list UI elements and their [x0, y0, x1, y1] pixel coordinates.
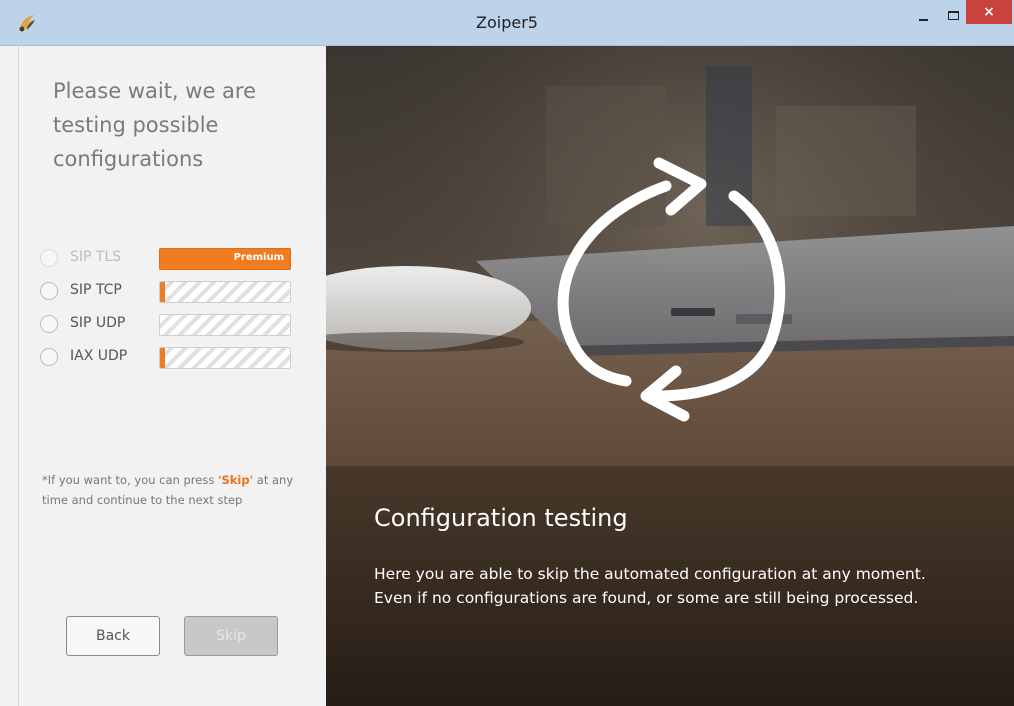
app-window: Zoiper5 × Please wait, we are testing po… — [0, 0, 1014, 706]
maximize-button[interactable] — [938, 0, 968, 30]
option-sip-udp[interactable]: SIP UDP — [40, 312, 300, 336]
skip-button[interactable]: Skip — [184, 616, 278, 656]
radio-iax-udp[interactable] — [40, 348, 58, 366]
progress-bar-sip-tcp — [159, 281, 291, 303]
progress-bar-iax-udp — [159, 347, 291, 369]
config-panel: Please wait, we are testing possible con… — [18, 46, 326, 706]
close-icon: × — [983, 4, 995, 20]
option-label: SIP TLS — [70, 249, 122, 265]
hero-title: Configuration testing — [374, 504, 628, 532]
close-button[interactable]: × — [966, 0, 1012, 24]
progress-bar-sip-tls: Premium — [159, 248, 291, 270]
option-sip-tcp[interactable]: SIP TCP — [40, 279, 300, 303]
option-iax-udp[interactable]: IAX UDP — [40, 345, 300, 369]
skip-note: *If you want to, you can press 'Skip' at… — [42, 470, 302, 510]
progress-fill — [160, 282, 166, 302]
back-button[interactable]: Back — [66, 616, 160, 656]
option-label: IAX UDP — [70, 348, 128, 364]
window-title: Zoiper5 — [476, 13, 538, 32]
maximize-icon — [947, 10, 959, 20]
radio-sip-tcp[interactable] — [40, 282, 58, 300]
radio-sip-tls[interactable] — [40, 249, 58, 267]
premium-badge: Premium — [233, 252, 284, 263]
option-label: SIP TCP — [70, 282, 122, 298]
title-bar[interactable]: Zoiper5 × — [0, 0, 1014, 46]
progress-fill — [160, 348, 166, 368]
hero-description: Here you are able to skip the automated … — [374, 565, 926, 607]
page-title: Please wait, we are testing possible con… — [53, 79, 257, 171]
skip-note-prefix: *If you want to, you can press — [42, 473, 218, 487]
option-sip-tls[interactable]: SIP TLS Premium — [40, 246, 300, 270]
skip-note-highlight: 'Skip' — [217, 473, 254, 487]
hero-image-panel: Configuration testing Here you are able … — [326, 46, 1014, 706]
minimize-icon — [918, 19, 928, 21]
radio-sip-udp[interactable] — [40, 315, 58, 333]
progress-bar-sip-udp — [159, 314, 291, 336]
minimize-button[interactable] — [908, 0, 938, 30]
option-label: SIP UDP — [70, 315, 126, 331]
